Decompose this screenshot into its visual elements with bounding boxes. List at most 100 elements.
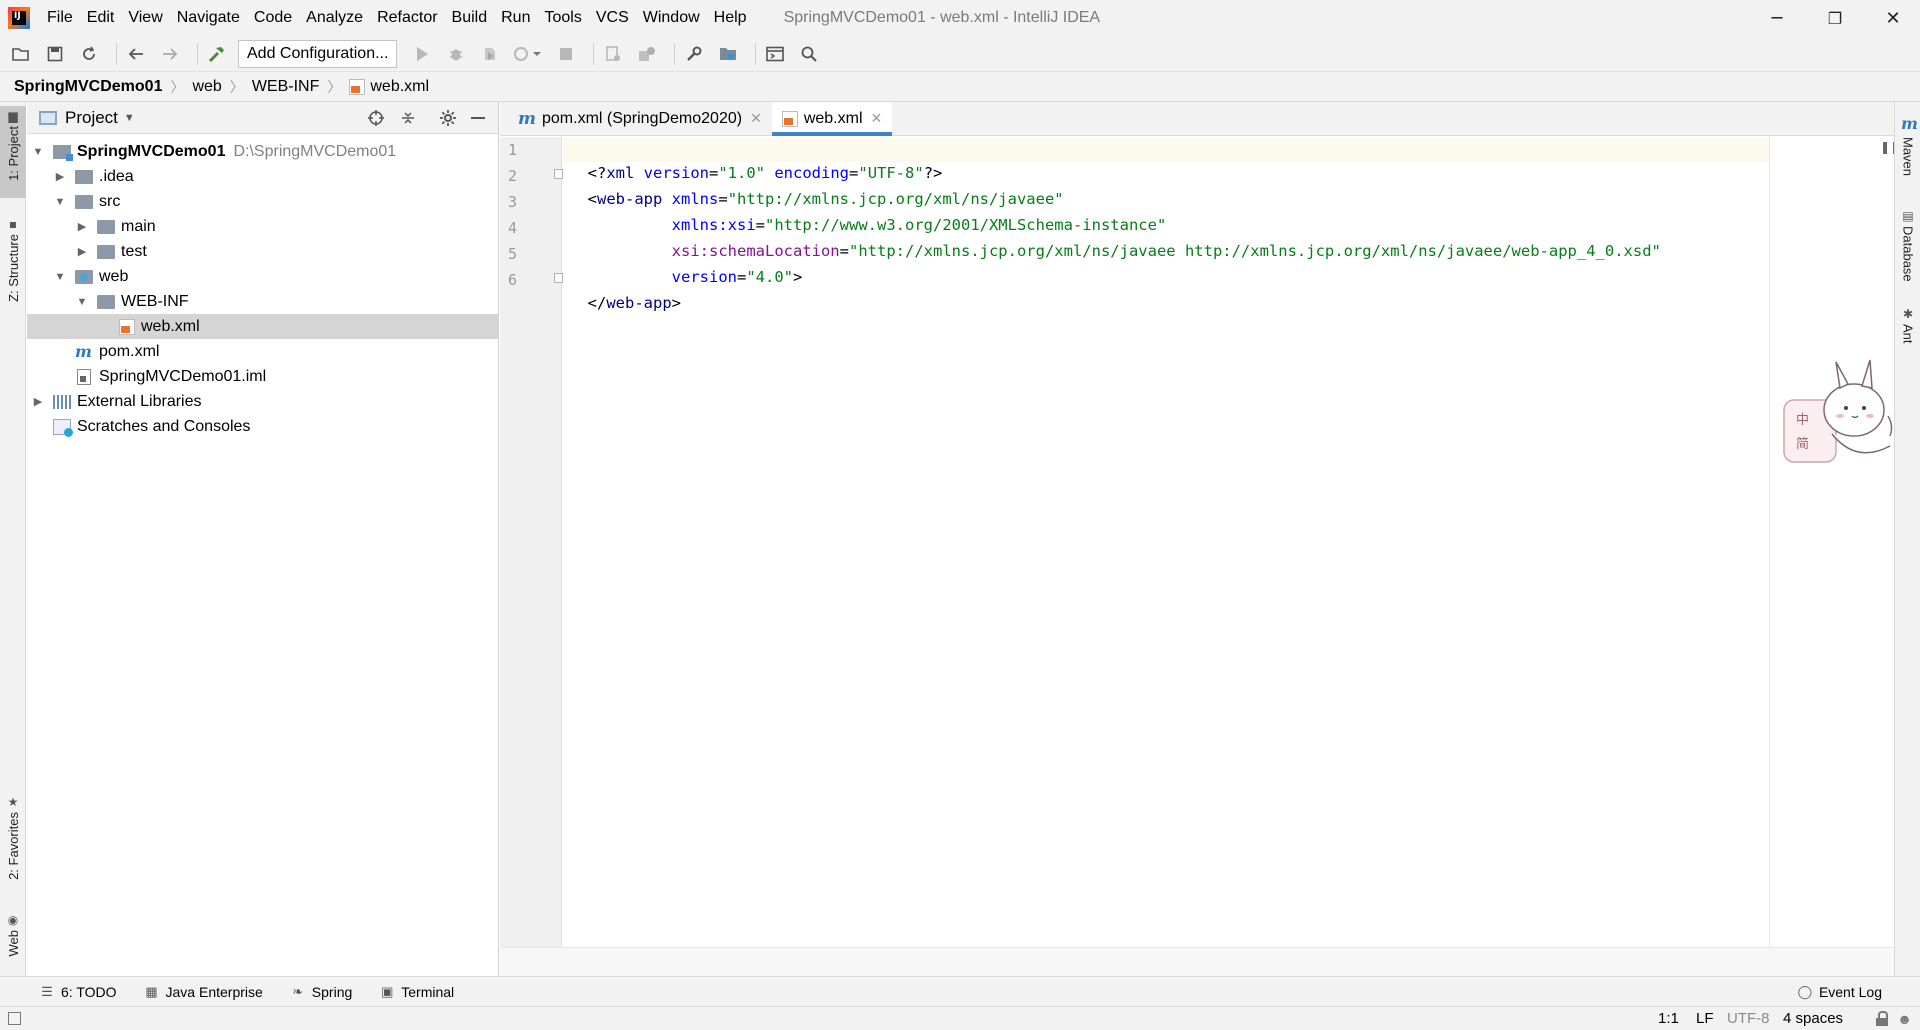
tree-item-label: web.xml — [141, 317, 200, 335]
tab-label: web.xml — [803, 109, 863, 127]
tree-item-test[interactable]: ▶ test — [27, 239, 498, 264]
menu-edit[interactable]: Edit — [80, 0, 122, 36]
fold-marker-icon[interactable] — [554, 169, 563, 179]
code-token: > — [793, 268, 803, 286]
tab-pom-xml[interactable]: m pom.xml (SpringDemo2020) ✕ — [508, 102, 772, 135]
close-icon[interactable]: ✕ — [750, 110, 762, 127]
collapsed-arrow-icon[interactable]: ▶ — [75, 220, 89, 233]
expanded-arrow-icon[interactable]: ▼ — [75, 296, 89, 308]
tree-item-main[interactable]: ▶ main — [27, 214, 498, 239]
tab-web-xml[interactable]: web.xml ✕ — [771, 102, 893, 136]
lock-icon[interactable] — [1876, 1011, 1888, 1026]
breadcrumb-web[interactable]: web — [192, 78, 221, 96]
minimize-panel-icon[interactable] — [467, 107, 489, 129]
tree-item-web-inf[interactable]: ▼ WEB-INF — [27, 289, 498, 314]
menu-vcs[interactable]: VCS — [589, 0, 636, 36]
menu-view[interactable]: View — [121, 0, 169, 36]
tab-web[interactable]: ◉ Web — [0, 910, 26, 970]
java-enterprise-tool-button[interactable]: ▦ Java Enterprise — [145, 984, 262, 1000]
attach-debugger-icon[interactable] — [600, 41, 626, 67]
run-anything-icon[interactable] — [762, 41, 788, 67]
minimize-button[interactable]: ─ — [1748, 0, 1806, 36]
tree-item-src[interactable]: ▼ src — [27, 189, 498, 214]
editor-scrollbar-area[interactable] — [1770, 137, 1894, 947]
tree-item-web-xml[interactable]: ▶ web.xml — [27, 314, 498, 339]
close-icon[interactable]: ✕ — [871, 110, 883, 127]
toggle-tool-windows-icon[interactable] — [8, 1012, 21, 1025]
tab-maven[interactable]: m Maven — [1895, 114, 1920, 186]
stop-icon[interactable] — [553, 41, 579, 67]
tree-item-external-libraries[interactable]: ▶ External Libraries — [27, 389, 498, 414]
breadcrumb-project[interactable]: SpringMVCDemo01 — [14, 78, 162, 96]
tab-favorites[interactable]: ★ 2: Favorites — [0, 792, 26, 892]
breadcrumb-web-xml[interactable]: web.xml — [370, 78, 429, 96]
code-line-5: version="4.0"> — [569, 241, 803, 286]
terminal-tool-button[interactable]: ▣ Terminal — [380, 984, 454, 1000]
menu-code[interactable]: Code — [247, 0, 299, 36]
tab-structure[interactable]: ▪ Z: Structure — [0, 214, 26, 314]
line-number-gutter[interactable]: 1 2 3 4 5 6 — [500, 137, 563, 947]
tree-item-project-root[interactable]: ▼ SpringMVCDemo01 D:\SpringMVCDemo01 — [27, 139, 498, 164]
menu-help[interactable]: Help — [707, 0, 754, 36]
tab-database[interactable]: ▤ Database — [1895, 206, 1920, 292]
restore-button[interactable]: ❐ — [1806, 0, 1864, 36]
close-button[interactable]: ✕ — [1864, 0, 1920, 36]
fold-marker-icon[interactable] — [554, 273, 563, 283]
collapsed-arrow-icon[interactable]: ▶ — [75, 245, 89, 258]
breadcrumb-separator: 〉 — [229, 78, 244, 95]
expanded-arrow-icon[interactable]: ▼ — [53, 196, 67, 208]
caret-position[interactable]: 1:1 — [1658, 1007, 1679, 1030]
back-icon[interactable] — [123, 41, 149, 67]
save-icon[interactable] — [42, 41, 68, 67]
gear-icon[interactable] — [437, 107, 459, 129]
file-encoding[interactable]: UTF-8 — [1727, 1007, 1770, 1030]
collapsed-arrow-icon[interactable]: ▶ — [31, 395, 45, 408]
tree-item-scratches[interactable]: ▶ Scratches and Consoles — [27, 414, 498, 439]
profile-icon[interactable] — [511, 41, 545, 67]
sync-icon[interactable] — [76, 41, 102, 67]
svg-text:简: 简 — [1796, 436, 1809, 452]
search-icon[interactable] — [796, 41, 822, 67]
coverage-icon[interactable] — [477, 41, 503, 67]
collapse-icon[interactable] — [397, 107, 419, 129]
locate-icon[interactable] — [365, 107, 387, 129]
tree-item-web[interactable]: ▼ web — [27, 264, 498, 289]
project-view-dropdown[interactable]: Project — [65, 108, 118, 128]
menu-refactor[interactable]: Refactor — [370, 0, 444, 36]
iml-file-icon — [77, 368, 91, 385]
menu-run[interactable]: Run — [494, 0, 537, 36]
tree-item-iml[interactable]: ▶ SpringMVCDemo01.iml — [27, 364, 498, 389]
debug-icon[interactable] — [443, 41, 469, 67]
menu-build[interactable]: Build — [445, 0, 495, 36]
menu-tools[interactable]: Tools — [537, 0, 588, 36]
menu-file[interactable]: File — [40, 0, 80, 36]
tree-item-idea[interactable]: ▶ .idea — [27, 164, 498, 189]
expanded-arrow-icon[interactable]: ▼ — [31, 146, 45, 158]
code-line-1: <?xml version="1.0" encoding="UTF-8"?> — [569, 137, 943, 182]
event-log-button[interactable]: ◯ Event Log — [1798, 977, 1882, 1007]
settings-wrench-icon[interactable] — [681, 41, 707, 67]
service-icon[interactable] — [634, 41, 660, 67]
breadcrumb-web-inf[interactable]: WEB-INF — [252, 78, 320, 96]
todo-tool-button[interactable]: ☰ 6: TODO — [40, 984, 116, 1000]
run-icon[interactable] — [409, 41, 435, 67]
inspector-icon[interactable]: ☻ — [1897, 1011, 1912, 1027]
menu-window[interactable]: Window — [636, 0, 707, 36]
forward-icon[interactable] — [157, 41, 183, 67]
add-configuration-button[interactable]: Add Configuration... — [238, 39, 398, 68]
spring-tool-button[interactable]: ❧ Spring — [291, 984, 352, 1000]
collapsed-arrow-icon[interactable]: ▶ — [53, 170, 67, 183]
line-separator[interactable]: LF — [1696, 1007, 1714, 1030]
build-hammer-icon[interactable] — [204, 41, 230, 67]
tab-project[interactable]: ▆ 1: Project — [0, 106, 26, 198]
chevron-down-icon[interactable]: ▼ — [124, 112, 135, 124]
indent-setting[interactable]: 4 spaces — [1783, 1007, 1843, 1030]
menu-analyze[interactable]: Analyze — [299, 0, 370, 36]
expanded-arrow-icon[interactable]: ▼ — [53, 271, 67, 283]
tree-item-pom-xml[interactable]: ▶ m pom.xml — [27, 339, 498, 364]
project-structure-icon[interactable] — [715, 41, 741, 67]
menu-navigate[interactable]: Navigate — [170, 0, 247, 36]
folder-open-icon[interactable] — [8, 41, 34, 67]
tab-maven-label: Maven — [1900, 137, 1916, 177]
tab-ant[interactable]: ✱ Ant — [1895, 304, 1920, 364]
